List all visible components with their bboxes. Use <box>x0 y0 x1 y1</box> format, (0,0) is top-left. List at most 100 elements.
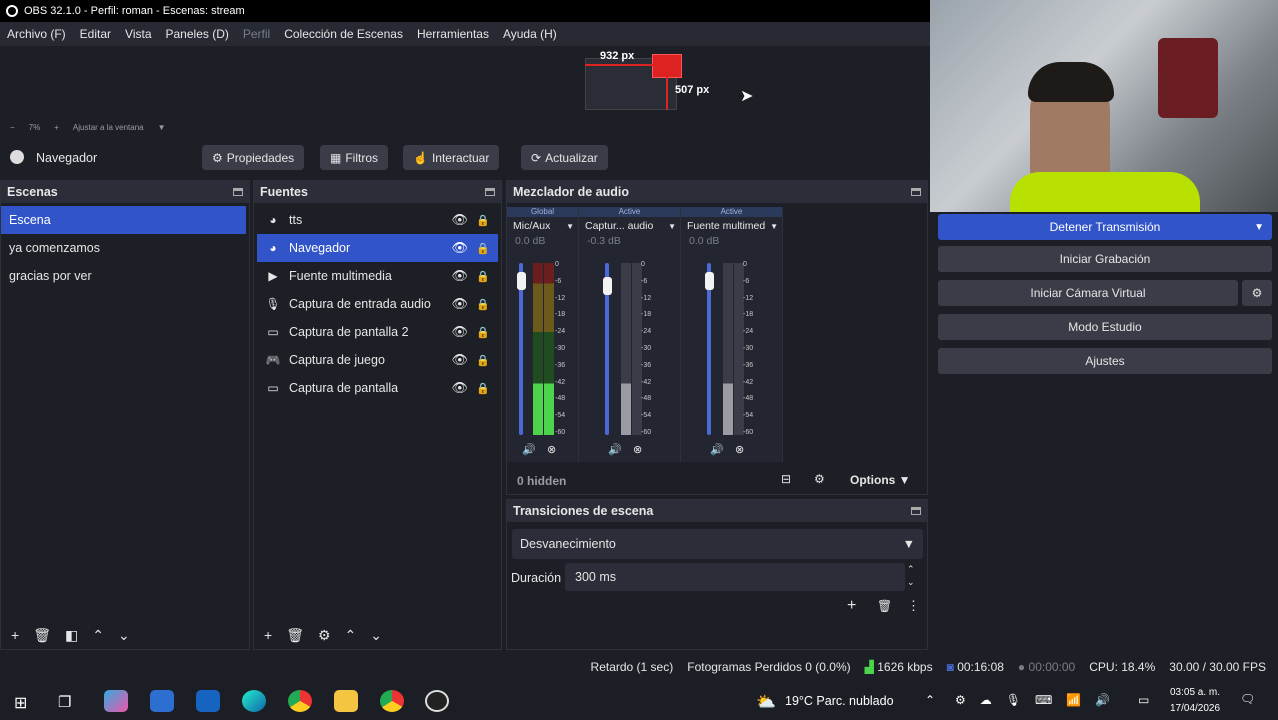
studio-mode-button[interactable]: Modo Estudio <box>938 314 1272 340</box>
lock-icon[interactable]: 🔒 <box>476 382 490 395</box>
move-down-button[interactable]: ⌄ <box>370 627 382 644</box>
display-icon[interactable]: ▭ <box>1138 693 1149 707</box>
menu-herramientas[interactable]: Herramientas <box>410 27 496 41</box>
chrome-icon[interactable] <box>288 690 312 712</box>
copilot-icon[interactable] <box>104 690 128 712</box>
preview-canvas[interactable]: 932 px 507 px ➤ <box>0 46 930 118</box>
obs-taskbar-icon[interactable] <box>425 690 449 712</box>
mute-toggle-icon[interactable]: 🔊 <box>608 443 622 456</box>
stop-stream-button[interactable]: Detener Transmisión ▼ <box>938 214 1272 240</box>
move-down-button[interactable]: ⌄ <box>118 627 130 644</box>
windows-start-icon[interactable]: ⊞ <box>14 693 27 713</box>
menu-archivo[interactable]: Archivo (F) <box>0 27 73 41</box>
source-item[interactable]: ◕ tts 👁 🔒 <box>257 206 498 234</box>
refresh-button[interactable]: ⟳ Actualizar <box>521 145 608 170</box>
start-recording-button[interactable]: Iniciar Grabación <box>938 246 1272 272</box>
lock-icon[interactable]: 🔒 <box>476 214 490 227</box>
zoom-out-button[interactable]: − <box>10 123 15 132</box>
channel-name-row[interactable]: Mic/Aux ▼ <box>507 217 578 235</box>
scene-item-escena[interactable]: Escena <box>1 206 246 234</box>
eye-icon[interactable]: 👁 <box>451 296 468 312</box>
store-icon[interactable] <box>150 690 174 712</box>
volume-slider-handle[interactable] <box>516 271 526 290</box>
lock-icon[interactable]: 🔒 <box>476 270 490 283</box>
virtual-camera-settings-button[interactable]: ⚙ <box>1242 280 1272 306</box>
file-explorer-icon[interactable] <box>334 690 358 712</box>
eye-icon[interactable]: 👁 <box>451 352 468 368</box>
tray-icons[interactable]: ⚙☁🎙⌨📶🔊 <box>955 693 1124 707</box>
eye-icon[interactable]: 👁 <box>451 212 468 228</box>
tray-chevron-icon[interactable]: ⌃ <box>925 693 935 707</box>
remove-source-button[interactable]: 🗑 <box>286 627 304 644</box>
monitor-off-icon[interactable]: ⊗ <box>735 443 744 456</box>
chevron-down-icon[interactable]: ▼ <box>1254 222 1264 233</box>
clock-time[interactable]: 03:05 a. m. <box>1170 687 1220 698</box>
settings-button[interactable]: Ajustes <box>938 348 1272 374</box>
source-item[interactable]: ▭ Captura de pantalla 2 👁 🔒 <box>257 318 498 346</box>
weather-text[interactable]: 19°C Parc. nublado <box>785 694 894 708</box>
monitor-off-icon[interactable]: ⊗ <box>633 443 642 456</box>
add-source-button[interactable]: + <box>264 627 272 643</box>
task-view-icon[interactable]: ❐ <box>58 693 71 711</box>
zoom-fit-select[interactable]: Ajustar a la ventana <box>73 123 144 132</box>
add-scene-button[interactable]: + <box>11 627 19 643</box>
menu-paneles[interactable]: Paneles (D) <box>159 27 236 41</box>
eye-icon[interactable]: 👁 <box>451 268 468 284</box>
mute-toggle-icon[interactable]: 🔊 <box>710 443 724 456</box>
edge-icon[interactable] <box>242 690 266 712</box>
source-item[interactable]: ▭ Captura de pantalla 👁 🔒 <box>257 374 498 402</box>
scene-item-gracias-por-ver[interactable]: gracias por ver <box>1 262 246 290</box>
scene-item-ya-comenzamos[interactable]: ya comenzamos <box>1 234 246 262</box>
volume-slider-handle[interactable] <box>602 276 612 295</box>
source-item[interactable]: ◕ Navegador 👁 🔒 <box>257 234 498 262</box>
move-up-button[interactable]: ⌃ <box>92 627 104 644</box>
lock-icon[interactable]: 🔒 <box>476 326 490 339</box>
zoom-in-button[interactable]: + <box>54 123 59 132</box>
move-up-button[interactable]: ⌃ <box>345 627 357 644</box>
source-item[interactable]: 🎮 Captura de juego 👁 🔒 <box>257 346 498 374</box>
float-icon[interactable] <box>485 188 495 196</box>
float-icon[interactable] <box>911 188 921 196</box>
virtual-camera-button[interactable]: Iniciar Cámara Virtual <box>938 280 1238 306</box>
channel-name-row[interactable]: Captur... audio ▼ <box>579 217 680 235</box>
interact-button[interactable]: ☝ Interactuar <box>403 145 500 170</box>
lock-icon[interactable]: 🔒 <box>476 354 490 367</box>
eye-icon[interactable]: 👁 <box>451 380 468 396</box>
preview-selection-box[interactable] <box>652 54 682 78</box>
filters-button[interactable]: ▦ Filtros <box>320 145 389 170</box>
source-item[interactable]: 🎙 Captura de entrada audio 👁 🔒 <box>257 290 498 318</box>
chevron-down-icon[interactable]: ▼ <box>770 222 778 231</box>
eye-icon[interactable]: 👁 <box>451 240 468 256</box>
scene-filters-button[interactable]: ◧ <box>65 627 78 644</box>
remove-scene-button[interactable]: 🗑 <box>33 627 51 644</box>
chevron-down-icon[interactable]: ▼ <box>158 123 166 132</box>
notifications-icon[interactable]: 🗨 <box>1240 692 1255 706</box>
duration-stepper[interactable]: ⌃ ⌄ <box>907 563 915 589</box>
float-icon[interactable] <box>911 507 921 515</box>
properties-button[interactable]: ⚙ Propiedades <box>202 145 305 170</box>
add-transition-button[interactable]: + <box>847 597 856 615</box>
monitor-off-icon[interactable]: ⊗ <box>547 443 556 456</box>
transition-select[interactable]: Desvanecimiento ▼ <box>512 529 923 559</box>
lock-icon[interactable]: 🔒 <box>476 298 490 311</box>
mixer-layout-button[interactable]: ⊟ <box>781 472 791 486</box>
menu-perfil[interactable]: Perfil <box>236 27 277 41</box>
chevron-down-icon[interactable]: ▼ <box>566 222 574 231</box>
source-properties-button[interactable]: ⚙ <box>318 627 331 644</box>
mixer-options-button[interactable]: Options ▼ <box>850 473 911 487</box>
float-icon[interactable] <box>233 188 243 196</box>
menu-coleccion[interactable]: Colección de Escenas <box>277 27 410 41</box>
remove-transition-button[interactable]: 🗑 <box>877 599 892 613</box>
channel-name-row[interactable]: Fuente multimed ▼ <box>681 217 782 235</box>
source-item[interactable]: ▶ Fuente multimedia 👁 🔒 <box>257 262 498 290</box>
transition-menu-icon[interactable]: ⋮ <box>907 598 920 614</box>
clock-date[interactable]: 17/04/2026 <box>1170 703 1220 714</box>
mixer-settings-icon[interactable]: ⚙ <box>814 472 825 486</box>
volume-slider-handle[interactable] <box>704 271 714 290</box>
eye-icon[interactable]: 👁 <box>451 324 468 340</box>
lock-icon[interactable]: 🔒 <box>476 242 490 255</box>
chevron-down-icon[interactable]: ▼ <box>668 222 676 231</box>
mute-toggle-icon[interactable]: 🔊 <box>522 443 536 456</box>
outlook-icon[interactable] <box>196 690 220 712</box>
chrome-active-icon[interactable] <box>380 690 404 712</box>
